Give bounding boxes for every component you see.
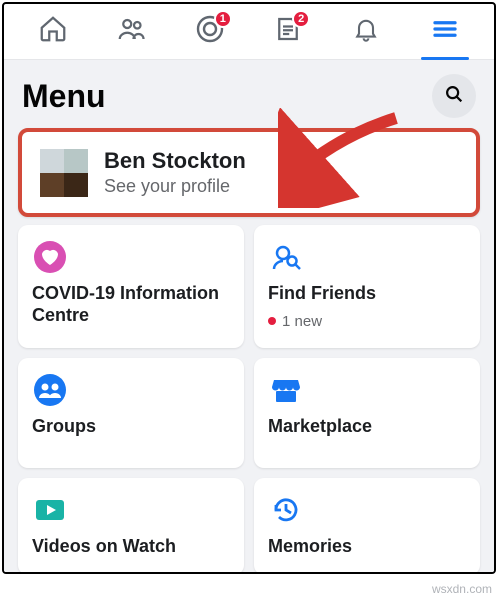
friends-icon bbox=[116, 14, 146, 49]
nav-notifications[interactable] bbox=[336, 4, 396, 60]
play-video-icon bbox=[32, 492, 68, 528]
menu-header: Menu bbox=[4, 60, 494, 128]
tile-find-friends[interactable]: Find Friends 1 new bbox=[254, 225, 480, 348]
profile-text: Ben Stockton See your profile bbox=[104, 148, 246, 197]
tile-marketplace[interactable]: Marketplace bbox=[254, 358, 480, 468]
tile-memories[interactable]: Memories bbox=[254, 478, 480, 574]
tile-videos[interactable]: Videos on Watch bbox=[18, 478, 244, 574]
watermark: wsxdn.com bbox=[432, 582, 492, 596]
profile-subtitle: See your profile bbox=[104, 176, 246, 197]
tile-label: Find Friends bbox=[268, 283, 466, 305]
tile-covid[interactable]: COVID-19 Information Centre bbox=[18, 225, 244, 348]
person-search-icon bbox=[268, 239, 304, 275]
search-icon bbox=[443, 83, 465, 110]
avatar bbox=[40, 149, 88, 197]
menu-grid: COVID-19 Information Centre Find Friends… bbox=[4, 225, 494, 574]
nav-news[interactable]: 2 bbox=[258, 4, 318, 60]
clock-rewind-icon bbox=[268, 492, 304, 528]
watch-badge: 1 bbox=[214, 10, 232, 28]
groups-icon bbox=[32, 372, 68, 408]
status-dot bbox=[268, 317, 276, 325]
nav-home[interactable] bbox=[23, 4, 83, 60]
tile-label: COVID-19 Information Centre bbox=[32, 283, 230, 326]
nav-menu[interactable] bbox=[415, 4, 475, 60]
tile-sub: 1 new bbox=[268, 313, 466, 330]
tile-label: Groups bbox=[32, 416, 230, 438]
page-title: Menu bbox=[22, 78, 106, 115]
bell-icon bbox=[352, 15, 380, 48]
profile-card[interactable]: Ben Stockton See your profile bbox=[18, 128, 480, 217]
news-badge: 2 bbox=[292, 10, 310, 28]
tile-groups[interactable]: Groups bbox=[18, 358, 244, 468]
tile-label: Memories bbox=[268, 536, 466, 558]
app-frame: 1 2 Menu bbox=[2, 2, 496, 574]
hamburger-icon bbox=[430, 14, 460, 49]
profile-name: Ben Stockton bbox=[104, 148, 246, 174]
menu-body: Menu Ben Stockton See your profile bbox=[4, 60, 494, 572]
search-button[interactable] bbox=[432, 74, 476, 118]
storefront-icon bbox=[268, 372, 304, 408]
tile-label: Marketplace bbox=[268, 416, 466, 438]
heart-pulse-icon bbox=[32, 239, 68, 275]
nav-watch[interactable]: 1 bbox=[180, 4, 240, 60]
home-icon bbox=[38, 14, 68, 49]
top-nav: 1 2 bbox=[4, 4, 494, 60]
nav-friends[interactable] bbox=[101, 4, 161, 60]
tile-label: Videos on Watch bbox=[32, 536, 230, 558]
